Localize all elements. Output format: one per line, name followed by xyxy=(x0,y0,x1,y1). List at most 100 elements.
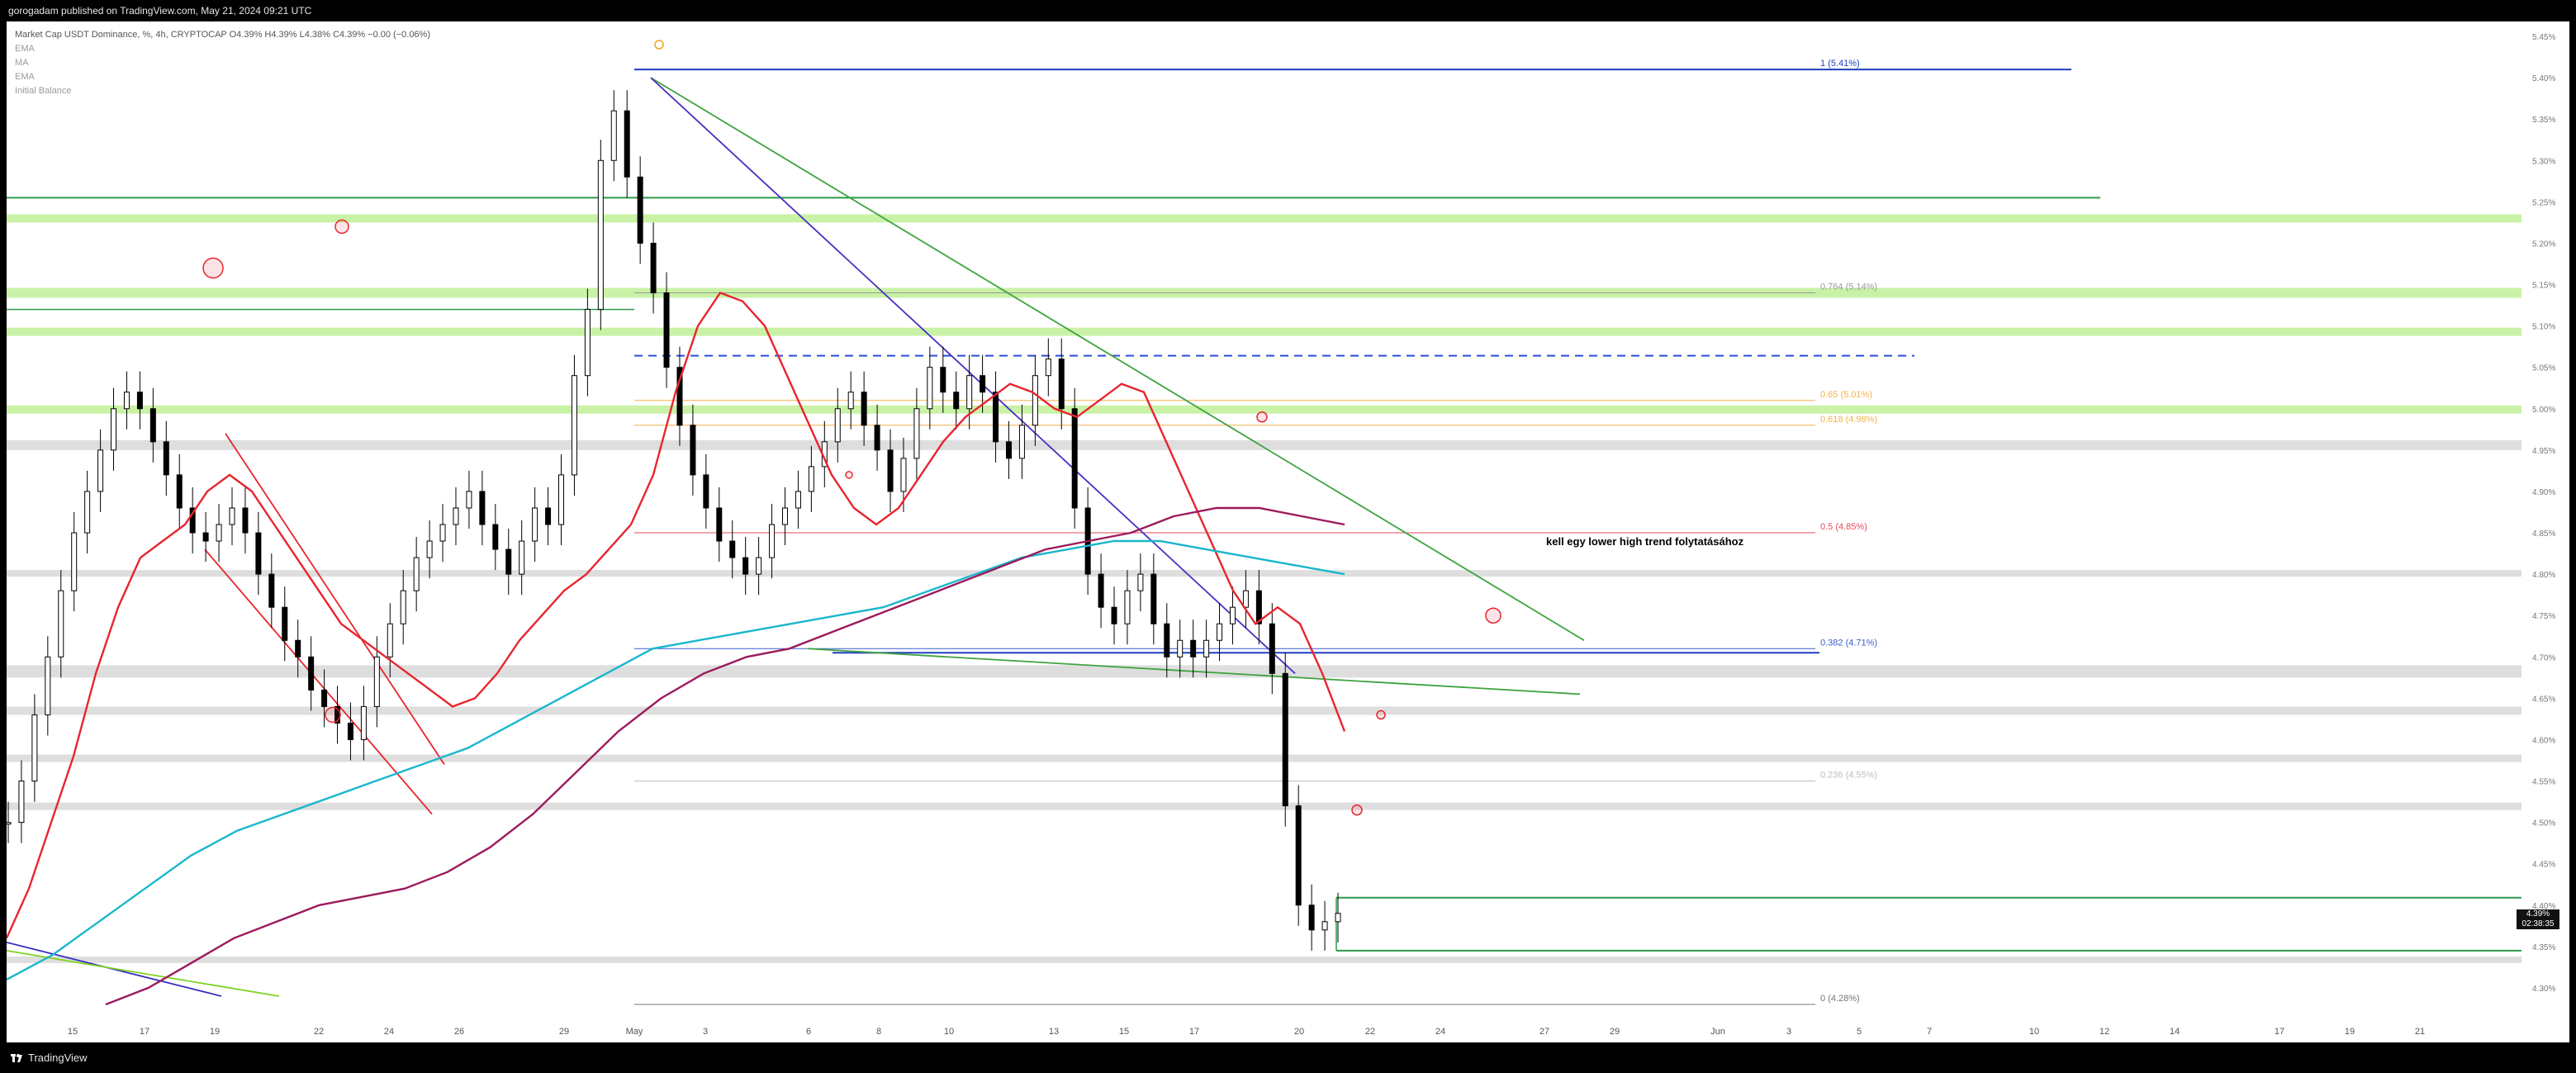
fib-label: 0.382 (4.71%) xyxy=(1820,638,1877,648)
indicator-line xyxy=(7,292,1346,939)
y-tick-label: 4.85% xyxy=(2532,529,2555,539)
x-tick-label: May xyxy=(626,1027,643,1037)
x-tick-label: 21 xyxy=(2415,1027,2425,1037)
x-tick-label: 17 xyxy=(1189,1027,1199,1037)
fib-label: 0.236 (4.55%) xyxy=(1820,771,1877,781)
price-zone xyxy=(7,439,2521,450)
x-tick-label: 7 xyxy=(1927,1027,1932,1037)
candle-body xyxy=(31,714,38,782)
price-zone xyxy=(7,214,2521,223)
y-tick-label: 4.45% xyxy=(2532,861,2555,870)
candle-body xyxy=(558,474,565,525)
fib-label: 0.5 (4.85%) xyxy=(1820,522,1867,532)
marker-circle xyxy=(1256,411,1268,423)
y-tick-label: 4.50% xyxy=(2532,819,2555,828)
marker-circle xyxy=(334,219,349,235)
candle-body xyxy=(18,781,25,824)
candle-body xyxy=(834,408,841,443)
candle-body xyxy=(492,524,499,550)
candle-body xyxy=(703,474,709,509)
candle-body xyxy=(637,176,643,244)
footer-brand: TradingView xyxy=(28,1052,88,1064)
candle-body xyxy=(400,590,406,624)
candle-body xyxy=(1005,441,1012,459)
candle-body xyxy=(111,408,117,451)
y-tick-label: 5.45% xyxy=(2532,33,2555,42)
marker-circle xyxy=(845,471,853,479)
price-zone xyxy=(7,570,2521,577)
candle-body xyxy=(663,292,670,368)
candle-body xyxy=(1032,375,1038,426)
candle-body xyxy=(1203,639,1210,658)
legend-indicator[interactable]: EMA xyxy=(15,42,430,56)
tradingview-logo-icon xyxy=(11,1053,22,1062)
candle-body xyxy=(453,507,459,525)
candle-body xyxy=(742,557,749,575)
y-tick-label: 5.40% xyxy=(2532,74,2555,83)
candle-body xyxy=(1124,590,1131,624)
candle-body xyxy=(136,392,143,410)
candle-body xyxy=(597,159,604,311)
fib-label: 0 (4.28%) xyxy=(1820,994,1860,1004)
x-tick-label: 14 xyxy=(2170,1027,2180,1037)
legend-indicator[interactable]: MA xyxy=(15,56,430,70)
y-axis-labels: 4.30%4.35%4.40%4.45%4.50%4.55%4.60%4.65%… xyxy=(2532,33,2555,994)
marker-circle xyxy=(1485,607,1501,624)
x-tick-label: 29 xyxy=(1610,1027,1620,1037)
candle-body xyxy=(7,822,12,825)
marker-circle xyxy=(202,257,224,279)
y-tick-label: 4.55% xyxy=(2532,778,2555,787)
candle-body xyxy=(1295,805,1302,906)
legend-indicator[interactable]: Initial Balance xyxy=(15,84,430,98)
candle-body xyxy=(1177,639,1184,658)
candle-body xyxy=(966,375,973,410)
footer-bar: TradingView xyxy=(0,1042,2576,1073)
candle-body xyxy=(1058,358,1065,410)
candle-body xyxy=(795,491,801,509)
price-chart[interactable]: 1 (5.41%) 0.764 (5.14%) 0.65 (5.01%) 0.618 … xyxy=(7,21,2569,1042)
x-tick-label: 29 xyxy=(559,1027,569,1037)
candle-body xyxy=(295,639,301,658)
candle-body xyxy=(900,458,907,492)
candle-body xyxy=(861,392,867,426)
candle-body xyxy=(980,375,986,393)
orange-marker xyxy=(654,40,664,50)
publisher-line: gorogadam published on TradingView.com, … xyxy=(8,5,312,17)
fib-levels: 1 (5.41%) 0.764 (5.14%) 0.65 (5.01%) 0.618 … xyxy=(7,59,2521,1005)
candle-body xyxy=(242,507,249,534)
x-tick-label: 27 xyxy=(1539,1027,1549,1037)
candle-body xyxy=(123,392,130,410)
candle-body xyxy=(532,507,538,542)
candle-body xyxy=(439,524,446,542)
markers xyxy=(202,40,1501,816)
price-zone xyxy=(7,327,2521,336)
y-tick-label: 5.25% xyxy=(2532,198,2555,207)
candle-body xyxy=(229,507,235,525)
x-tick-label: 17 xyxy=(2275,1027,2284,1037)
x-tick-label: Jun xyxy=(1710,1027,1725,1037)
candle-body xyxy=(163,441,169,476)
candle-body xyxy=(1282,672,1288,807)
candle-body xyxy=(913,408,920,459)
y-tick-label: 5.35% xyxy=(2532,116,2555,125)
y-tick-label: 5.15% xyxy=(2532,282,2555,291)
legend-indicator[interactable]: EMA xyxy=(15,70,430,84)
candle-body xyxy=(584,309,591,377)
annotation-text: kell egy lower high trend folytatásához xyxy=(1546,535,1744,548)
x-tick-label: 24 xyxy=(384,1027,394,1037)
x-tick-label: 3 xyxy=(703,1027,708,1037)
y-tick-label: 5.30% xyxy=(2532,157,2555,166)
candle-body xyxy=(202,532,209,542)
candle-body xyxy=(769,524,776,558)
candle-body xyxy=(149,408,156,443)
zones xyxy=(7,214,2521,963)
x-tick-label: 17 xyxy=(140,1027,149,1037)
candle-body xyxy=(1045,358,1051,377)
y-tick-label: 5.00% xyxy=(2532,406,2555,415)
chart-frame[interactable]: 1 (5.41%) 0.764 (5.14%) 0.65 (5.01%) 0.618 … xyxy=(7,21,2569,1042)
x-tick-label: 10 xyxy=(2029,1027,2039,1037)
chart-legend: Market Cap USDT Dominance, %, 4h, CRYPTO… xyxy=(15,28,430,98)
candle-body xyxy=(413,557,420,591)
y-tick-label: 5.05% xyxy=(2532,364,2555,373)
y-tick-label: 5.20% xyxy=(2532,240,2555,249)
